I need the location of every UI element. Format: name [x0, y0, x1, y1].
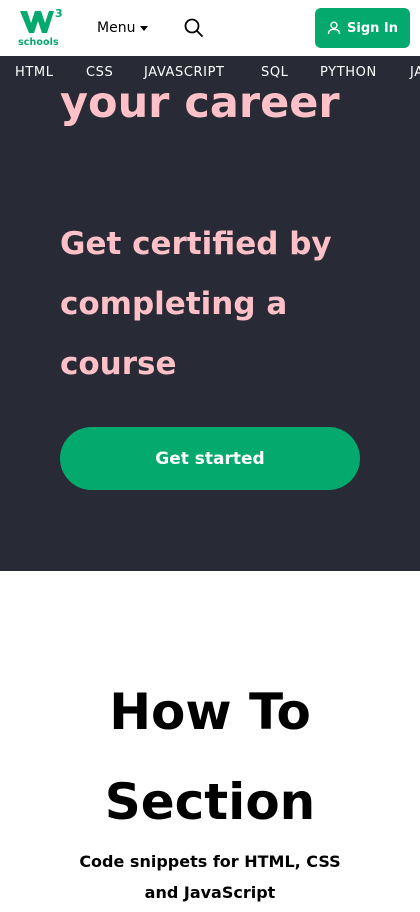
menu-label: Menu [97, 20, 136, 36]
nav-item-css[interactable]: CSS [86, 56, 113, 89]
hero-section: your career Get certified by completing … [0, 89, 420, 571]
top-header: 3 schools Menu Sign In [0, 0, 420, 56]
nav-item-sql[interactable]: SQL [261, 56, 289, 89]
nav-item-html[interactable]: HTML [15, 56, 54, 89]
search-button[interactable] [183, 17, 205, 39]
caret-down-icon [140, 26, 149, 31]
logo-wordmark: schools [18, 37, 59, 48]
search-icon [184, 18, 203, 37]
nav-item-java[interactable]: JAVA [410, 56, 420, 89]
hero-subheading: Get certified by completing a course [60, 226, 332, 382]
hero-headline: your career [60, 89, 340, 128]
user-icon [327, 21, 341, 35]
topic-navbar: HTML CSS JAVASCRIPT SQL PYTHON JAVA [0, 56, 420, 89]
w3schools-logo[interactable]: 3 schools [18, 6, 62, 50]
w3-logo-mark: 3 [20, 7, 62, 33]
menu-button[interactable]: Menu [97, 18, 149, 38]
logo-superscript: 3 [55, 7, 62, 20]
howto-title: How To Section [104, 683, 316, 831]
howto-subtitle: Code snippets for HTML, CSS and JavaScri… [79, 852, 341, 902]
nav-item-python[interactable]: PYTHON [320, 56, 377, 89]
sign-in-button[interactable]: Sign In [315, 8, 410, 48]
nav-item-javascript[interactable]: JAVASCRIPT [144, 56, 225, 89]
get-started-button[interactable]: Get started [60, 427, 360, 490]
howto-section: How To Section Code snippets for HTML, C… [0, 571, 420, 912]
sign-in-label: Sign In [347, 20, 398, 36]
